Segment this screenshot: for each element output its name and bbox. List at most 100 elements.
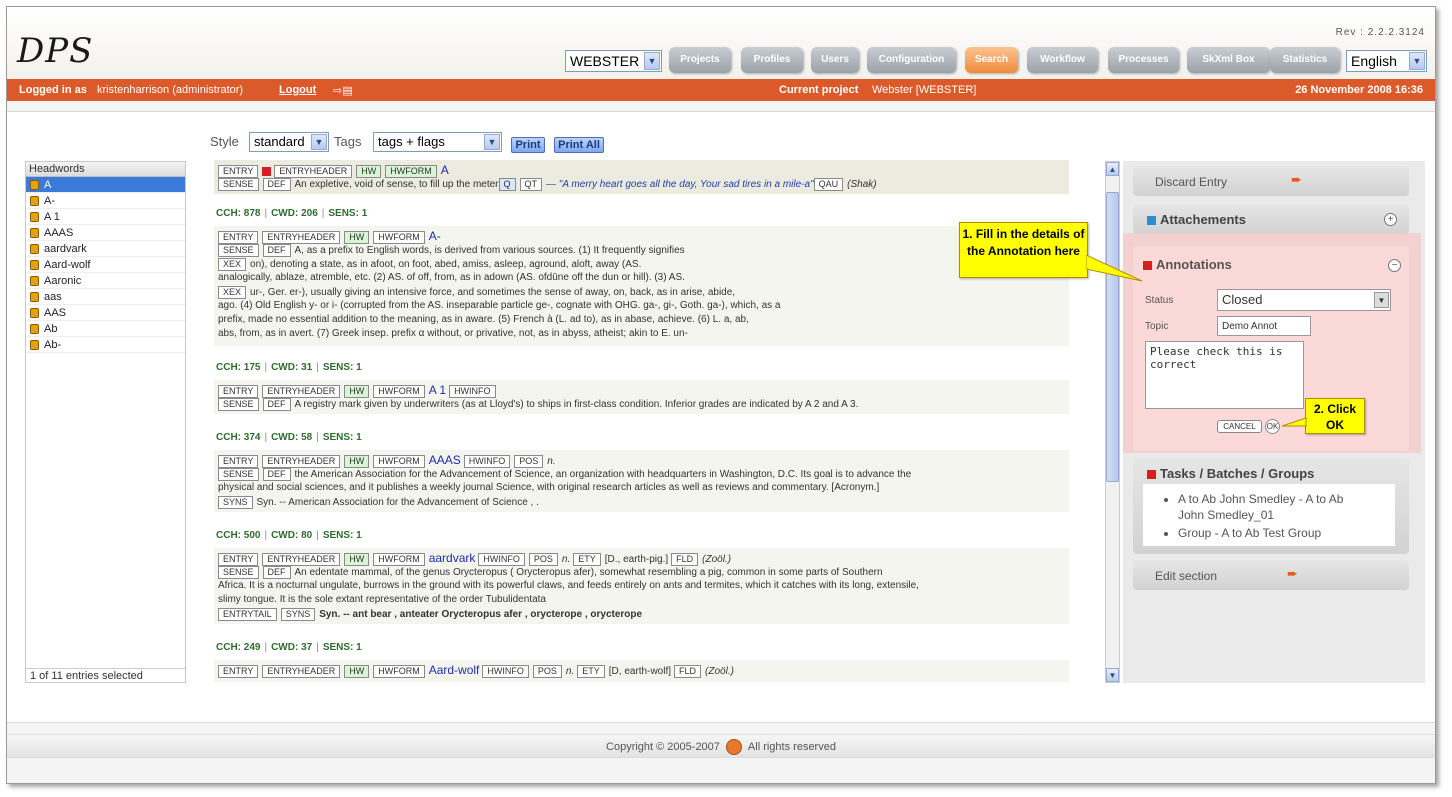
style-select[interactable]: standard ▼ — [249, 132, 329, 152]
callout-pointer-one — [1086, 255, 1143, 282]
entry-stats: CCH: 249 | CWD: 37 | SENS: 1 — [216, 642, 362, 653]
entry-tag: ENTRY — [218, 230, 259, 244]
cch-value: CCH: 878 — [216, 208, 261, 219]
sens-value: SENS: 1 — [322, 362, 362, 373]
sense-tag: SENSE — [218, 178, 259, 191]
ok-button[interactable]: OK — [1265, 419, 1280, 434]
edit-section-box[interactable]: Edit section ➨ — [1133, 560, 1409, 590]
copyright-text: Copyright © 2005-2007 — [606, 741, 720, 753]
expand-plus-icon[interactable]: + — [1384, 213, 1397, 226]
nav-search[interactable]: Search — [965, 47, 1018, 73]
entry-card[interactable]: ENTRY ENTRYHEADER HW HWFORM A 1 HWINFO SENSE D… — [214, 380, 1069, 414]
tags-select[interactable]: tags + flags ▼ — [373, 132, 502, 152]
headword-label: AAAS — [44, 227, 74, 239]
headword-item[interactable]: Aard-wolf — [26, 257, 185, 273]
sense-tag: SENSE — [218, 566, 259, 579]
arrow-right-icon[interactable]: ➨ — [1291, 172, 1302, 188]
dictionary-select-value: WEBSTER — [570, 53, 640, 69]
discard-entry-box[interactable]: Discard Entry ➨ — [1133, 166, 1409, 196]
tasks-list: A to Ab John Smedley - A to Ab John Smed… — [1168, 491, 1368, 543]
annotation-note-textarea[interactable]: Please check this is correct — [1145, 341, 1304, 409]
sense-tag: SENSE — [218, 468, 259, 481]
hw-tag: HW — [344, 664, 370, 678]
nav-processes[interactable]: Processes — [1108, 47, 1179, 73]
scroll-thumb[interactable] — [1106, 192, 1119, 482]
top-header: DPS Rev : 2.2.2.3124 WEBSTER ▼ Projects … — [7, 7, 1435, 79]
headword-label: A — [44, 179, 52, 191]
nav-workflow[interactable]: Workflow — [1027, 47, 1098, 73]
cancel-button[interactable]: CANCEL — [1217, 420, 1262, 433]
annotations-box: Annotations − Status Closed ▼ Topic Demo… — [1133, 246, 1409, 451]
headword-item[interactable]: A 1 — [26, 209, 185, 225]
q-tag: Q — [498, 178, 516, 191]
topic-input[interactable]: Demo Annot — [1217, 316, 1311, 336]
entry-card[interactable]: ENTRY ENTRYHEADER HW HWFORM AAAS HWINFO POS n. … — [214, 450, 1069, 512]
nav-profiles[interactable]: Profiles — [741, 47, 803, 73]
entry-stats: CCH: 878 | CWD: 206 | SENS: 1 — [216, 208, 368, 219]
entry-card[interactable]: ENTRY ENTRYHEADER HW HWFORM A- SENSE DEF A, as… — [214, 226, 1069, 346]
scroll-down-icon[interactable]: ▼ — [1106, 668, 1119, 682]
scroll-up-icon[interactable]: ▲ — [1106, 162, 1119, 176]
revision-label: Rev : 2.2.2.3124 — [1335, 27, 1425, 38]
headword-item[interactable]: AAAS — [26, 225, 185, 241]
definition-text: ur-, Ger. er-), usually giving an intens… — [250, 287, 736, 299]
hwform-tag: HWFORM — [373, 454, 425, 468]
dictionary-select[interactable]: WEBSTER ▼ — [565, 50, 662, 72]
cch-value: CCH: 249 — [216, 642, 261, 653]
pos-tag: POS — [528, 552, 558, 566]
lock-icon — [30, 308, 39, 318]
hwinfo-tag: HWINFO — [463, 454, 511, 468]
headword-label: A- — [44, 195, 55, 207]
entry-card[interactable]: ENTRY ENTRYHEADER HW HWFORM A SENSE DEF An exp… — [214, 160, 1069, 194]
print-button[interactable]: Print — [511, 137, 545, 153]
pos-value: n. — [565, 666, 575, 677]
hwinfo-tag: HWINFO — [449, 384, 496, 398]
attachements-box[interactable]: Attachements + — [1133, 204, 1409, 234]
lock-icon — [30, 276, 39, 286]
print-all-button[interactable]: Print All — [554, 137, 604, 153]
headword-item[interactable]: Ab — [26, 321, 185, 337]
headword-label: AAS — [44, 307, 67, 319]
headword-item[interactable]: aardvark — [26, 241, 185, 257]
task-item[interactable]: A to Ab John Smedley - A to Ab John Smed… — [1178, 491, 1368, 523]
entry-headword: A- — [428, 229, 441, 243]
logout-link[interactable]: Logout — [279, 84, 316, 96]
syns-tag: SYNS — [218, 496, 253, 509]
entry-card[interactable]: ENTRY ENTRYHEADER HW HWFORM Aard-wolf HWINFO P… — [214, 660, 1069, 682]
definition-text: An expletive, void of sense, to fill up … — [294, 179, 499, 191]
headword-item[interactable]: A — [26, 177, 185, 193]
headword-item[interactable]: AAS — [26, 305, 185, 321]
headword-item[interactable]: Ab- — [26, 337, 185, 353]
logged-in-label: Logged in as — [19, 84, 87, 96]
nav-users[interactable]: Users — [811, 47, 859, 73]
entryheader-tag: ENTRYHEADER — [274, 164, 353, 178]
nav-configuration[interactable]: Configuration — [867, 47, 956, 73]
tasks-icon — [1147, 470, 1156, 480]
headword-label: Aard-wolf — [44, 259, 91, 271]
status-select[interactable]: Closed ▼ — [1217, 289, 1391, 311]
arrow-right-icon[interactable]: ➨ — [1287, 566, 1298, 582]
nav-skxml-box[interactable]: SkXml Box — [1187, 47, 1270, 73]
headwords-footer: 1 of 11 entries selected — [26, 668, 185, 682]
nav-statistics[interactable]: Statistics — [1270, 47, 1340, 73]
headword-item[interactable]: A- — [26, 193, 185, 209]
collapse-minus-icon[interactable]: − — [1388, 259, 1401, 272]
ety-tag: ETY — [577, 664, 605, 678]
entryheader-tag: ENTRYHEADER — [262, 230, 341, 244]
export-icon[interactable]: ⇨▤ — [333, 84, 353, 97]
hwinfo-tag: HWINFO — [478, 552, 525, 566]
definition-text: slimy tongue. It is the sole extant repr… — [218, 594, 546, 605]
task-item[interactable]: Group - A to Ab Test Group — [1178, 525, 1368, 541]
headword-item[interactable]: Aaronic — [26, 273, 185, 289]
entry-card[interactable]: ENTRY ENTRYHEADER HW HWFORM aardvark HWINFO PO… — [214, 548, 1069, 624]
headword-item[interactable]: aas — [26, 289, 185, 305]
entrytail-tag: ENTRYTAIL — [218, 608, 277, 621]
tasks-title: Tasks / Batches / Groups — [1147, 466, 1314, 481]
hwform-tag: HWFORM — [373, 552, 425, 566]
entries-scrollbar[interactable]: ▲ ▼ — [1105, 161, 1120, 683]
def-tag: DEF — [262, 566, 291, 579]
entry-stats: CCH: 175 | CWD: 31 | SENS: 1 — [216, 362, 362, 373]
tags-select-value: tags + flags — [378, 134, 445, 149]
nav-projects[interactable]: Projects — [669, 47, 731, 73]
language-select[interactable]: English ▼ — [1346, 50, 1427, 72]
